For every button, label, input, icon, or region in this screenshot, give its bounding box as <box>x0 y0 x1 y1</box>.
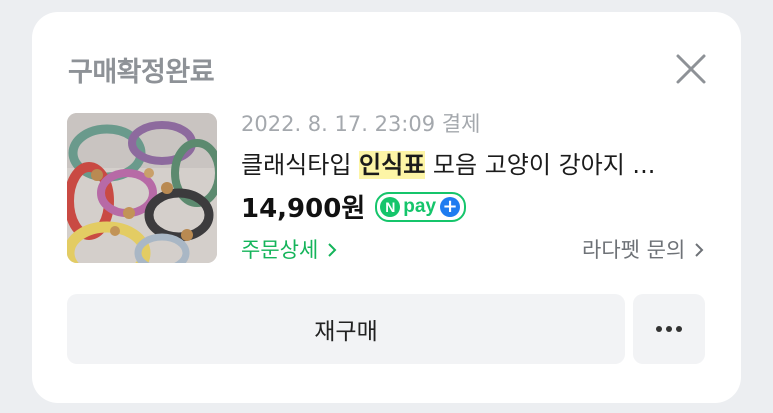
order-detail-label: 주문상세 <box>241 238 319 262</box>
chevron-right-icon <box>328 243 337 257</box>
plus-icon: + <box>440 196 461 217</box>
npay-label: pay <box>403 195 437 217</box>
product-title[interactable]: 클래식타입 인식표 모음 고양이 강아지 ... <box>241 145 655 180</box>
naver-n-icon: N <box>380 196 401 217</box>
close-icon[interactable] <box>674 52 708 86</box>
more-options-button[interactable] <box>633 294 705 364</box>
payment-date: 2022. 8. 17. 23:09 결제 <box>241 112 481 136</box>
rebuy-label: 재구매 <box>314 319 378 345</box>
chevron-right-icon <box>695 243 704 257</box>
order-detail-link[interactable]: 주문상세 <box>241 234 337 264</box>
product-thumbnail[interactable] <box>67 113 217 263</box>
order-status-label: 구매확정완료 <box>68 57 215 88</box>
npay-plus-badge: N pay + <box>375 191 467 222</box>
seller-inquiry-label: 라다펫 문의 <box>582 238 686 262</box>
more-dots-icon <box>656 326 682 332</box>
price-row: 14,900원 N pay + <box>241 188 467 225</box>
order-card: 구매확정완료 2022. 8. 17. 23:09 결제 클래식타입 인식표 모… <box>32 12 741 403</box>
product-title-prefix: 클래식타입 <box>241 151 360 179</box>
product-title-highlight: 인식표 <box>359 151 426 179</box>
seller-inquiry-link[interactable]: 라다펫 문의 <box>582 234 704 264</box>
product-title-suffix: 모음 고양이 강아지 ... <box>425 151 656 179</box>
rebuy-button[interactable]: 재구매 <box>67 294 625 364</box>
product-price: 14,900원 <box>241 194 366 224</box>
